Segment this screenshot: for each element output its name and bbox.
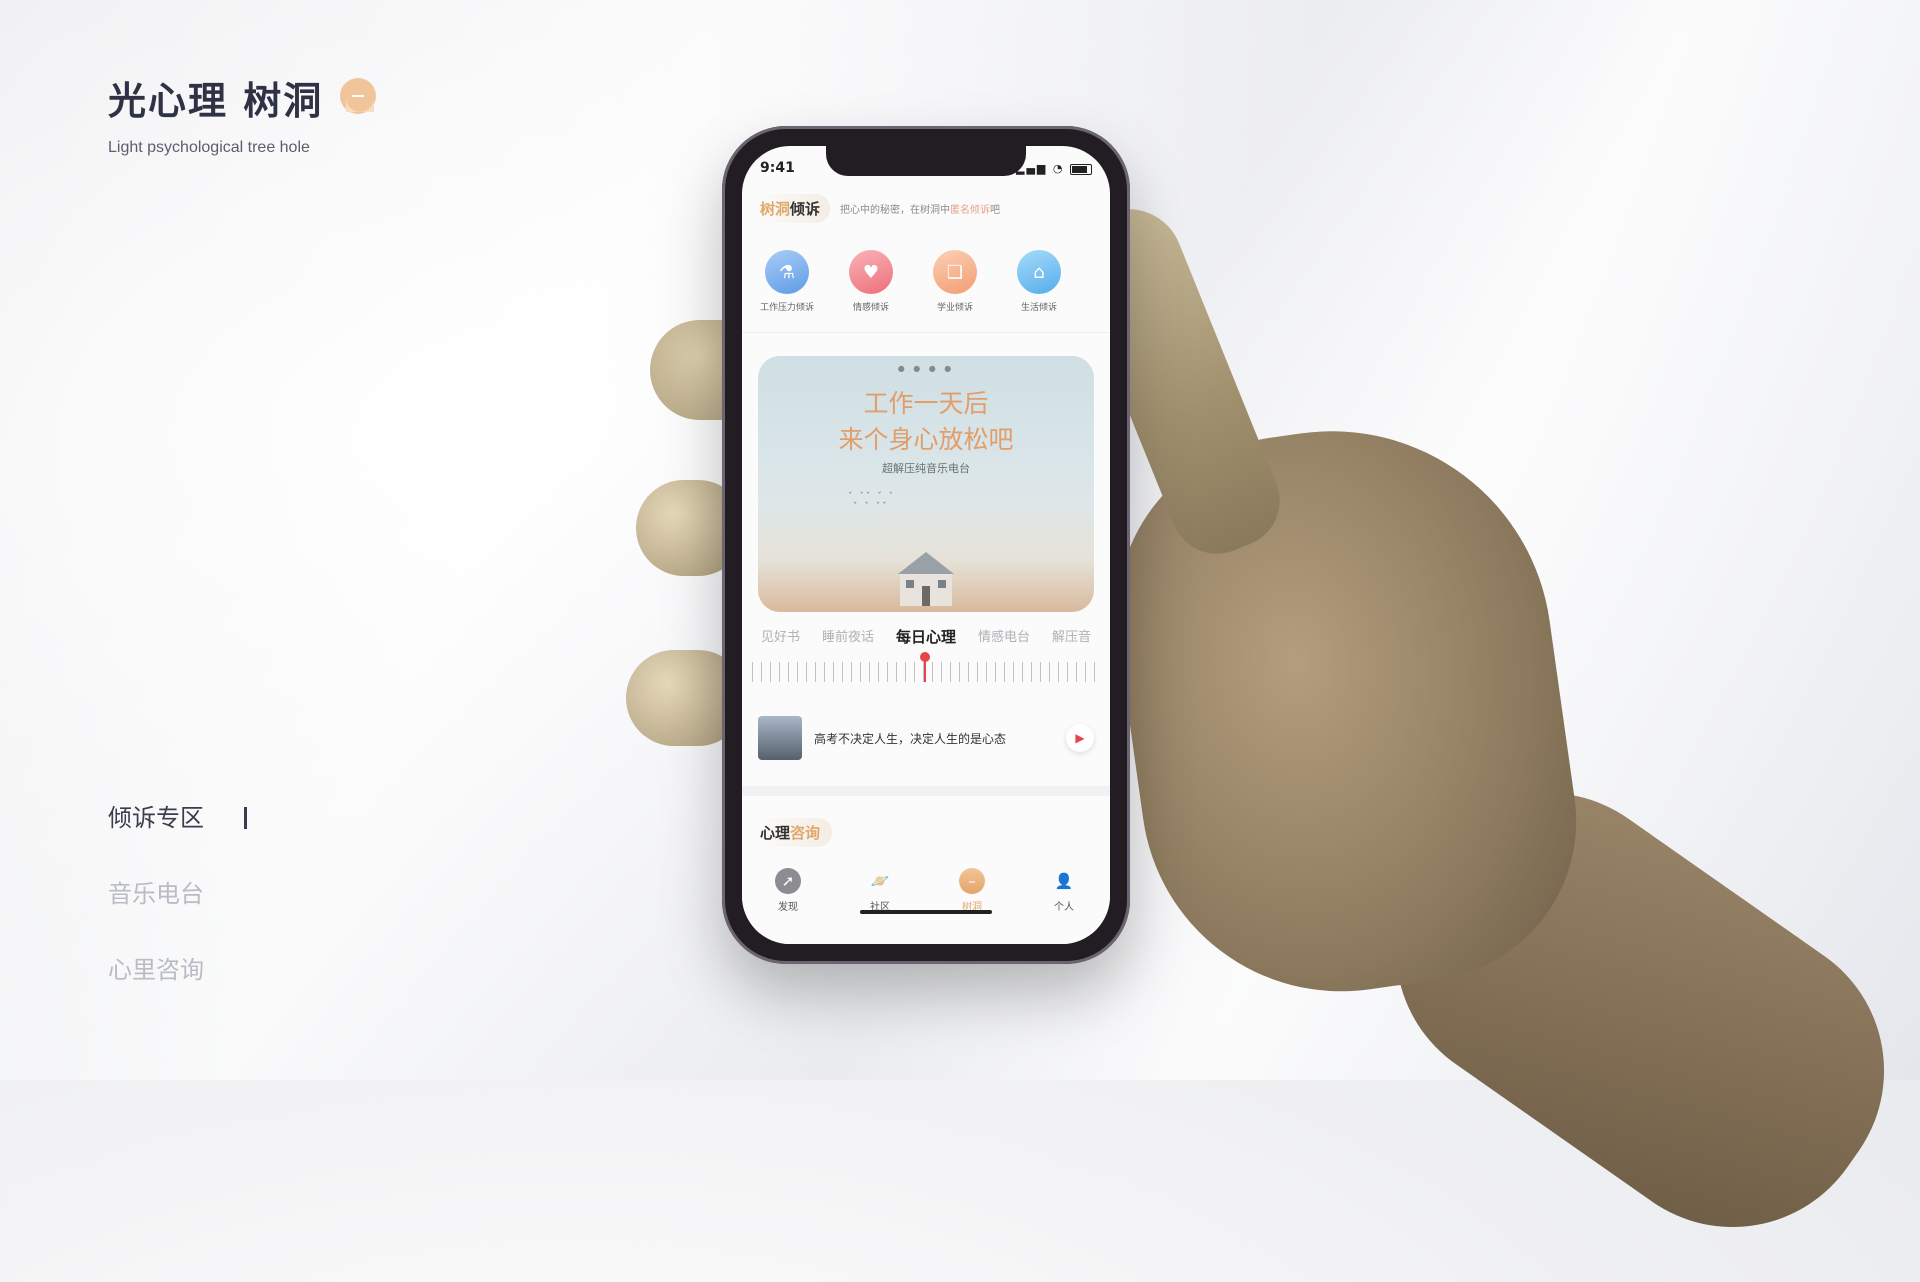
status-icons: ▂▄▆ ◔: [1016, 162, 1092, 175]
house-illustration: [898, 552, 954, 606]
menu-item-confide[interactable]: 倾诉专区: [108, 780, 247, 856]
heart-icon: ♥: [849, 250, 893, 294]
status-time: 9:41: [760, 160, 795, 176]
tab-books[interactable]: 见好书: [761, 626, 800, 647]
treehole-icon: –: [959, 868, 985, 894]
menu-item-consult[interactable]: 心里咨询: [108, 932, 247, 1008]
confide-section-header: 树洞倾诉 把心中的秘密，在树洞中匿名倾诉吧: [756, 194, 1000, 223]
section-title: 树洞倾诉: [756, 194, 831, 223]
brand-block: 光心理 树洞 Light psychological tree hole: [108, 70, 323, 157]
tabbar-profile[interactable]: 👤 个人: [1034, 868, 1094, 944]
divider: [742, 332, 1110, 333]
radio-tabs: 见好书 睡前夜话 每日心理 情感电台 解压音: [742, 626, 1110, 647]
play-button[interactable]: ▶: [1066, 724, 1094, 752]
tabbar-label: 发现: [778, 902, 798, 913]
tabbar-treehole[interactable]: – 树洞: [942, 868, 1002, 944]
category-study[interactable]: ❏ 学业倾诉: [920, 250, 990, 313]
menu-item-label: 音乐电台: [108, 880, 204, 908]
compass-icon: ➚: [775, 868, 801, 894]
book-icon: ❏: [933, 250, 977, 294]
tab-destress[interactable]: 解压音: [1052, 626, 1091, 647]
category-label: 情感倾诉: [852, 303, 889, 313]
menu-item-label: 心里咨询: [108, 956, 204, 984]
banner-subtitle: 超解压纯音乐电台: [882, 462, 970, 475]
person-icon: 👤: [1054, 872, 1074, 890]
signal-icon: ▂▄▆: [1016, 162, 1048, 175]
promo-banner[interactable]: ● ● ● ● 工作一天后 来个身心放松吧 超解压纯音乐电台 ˇ ˇˇ ˇ ˇ …: [758, 356, 1094, 612]
track-thumbnail: [758, 716, 802, 760]
section-gap: [742, 786, 1110, 796]
tabbar-discover[interactable]: ➚ 发现: [758, 868, 818, 944]
section-title: 心理咨询: [756, 818, 833, 847]
category-life[interactable]: ⌂ 生活倾诉: [1004, 250, 1074, 313]
brand-title: 光心理 树洞: [108, 79, 324, 123]
carousel-dots: ● ● ● ●: [897, 364, 955, 373]
phone-notch: [826, 146, 1026, 176]
bottom-tab-bar: ➚ 发现 🪐 社区 – 树洞 👤 个人: [742, 858, 1110, 944]
house-icon: ⌂: [1017, 250, 1061, 294]
flask-icon: ⚗: [765, 250, 809, 294]
consult-section-header: 心理咨询: [756, 818, 833, 847]
tab-bedtime[interactable]: 睡前夜话: [822, 626, 874, 647]
active-indicator: [244, 807, 247, 829]
category-label: 学业倾诉: [936, 303, 973, 313]
category-label: 生活倾诉: [1020, 303, 1057, 313]
birds-illustration: ˇ ˇˇ ˇ ˇ ˇ ˇ ˇˇ: [848, 492, 896, 512]
menu-item-label: 倾诉专区: [108, 804, 204, 832]
planet-icon: 🪐: [870, 872, 890, 890]
section-note: 把心中的秘密，在树洞中匿名倾诉吧: [840, 205, 1001, 216]
battery-icon: [1070, 163, 1092, 175]
treehole-logo-icon: [340, 78, 376, 114]
category-label: 工作压力倾诉: [759, 303, 814, 313]
category-row: ⚗ 工作压力倾诉 ♥ 情感倾诉 ❏ 学业倾诉 ⌂ 生活倾诉: [752, 250, 1074, 313]
side-menu: 倾诉专区 音乐电台 心里咨询: [108, 780, 247, 1008]
tabbar-community[interactable]: 🪐 社区: [850, 868, 910, 944]
banner-line-2: 来个身心放松吧: [838, 425, 1014, 454]
track-title: 高考不决定人生，决定人生的是心态: [814, 731, 1007, 746]
banner-line-1: 工作一天后: [863, 389, 989, 418]
menu-item-radio[interactable]: 音乐电台: [108, 856, 247, 932]
tabbar-label: 个人: [1054, 902, 1074, 913]
tab-emotion-radio[interactable]: 情感电台: [978, 626, 1030, 647]
tuner-ruler[interactable]: [752, 662, 1100, 682]
play-icon: ▶: [1075, 731, 1085, 745]
category-emotion[interactable]: ♥ 情感倾诉: [836, 250, 906, 313]
tab-daily-psychology[interactable]: 每日心理: [896, 626, 956, 647]
category-work-stress[interactable]: ⚗ 工作压力倾诉: [752, 250, 822, 313]
track-item[interactable]: 高考不决定人生，决定人生的是心态 ▶: [758, 716, 1094, 760]
wifi-icon: ◔: [1052, 162, 1065, 175]
phone-screen: 9:41 ▂▄▆ ◔ 树洞倾诉 把心中的秘密，在树洞中匿名倾诉吧 ⚗ 工作压力倾…: [742, 146, 1110, 944]
brand-subtitle: Light psychological tree hole: [108, 139, 310, 156]
tuner-needle[interactable]: [920, 652, 930, 682]
home-indicator: [860, 910, 992, 914]
